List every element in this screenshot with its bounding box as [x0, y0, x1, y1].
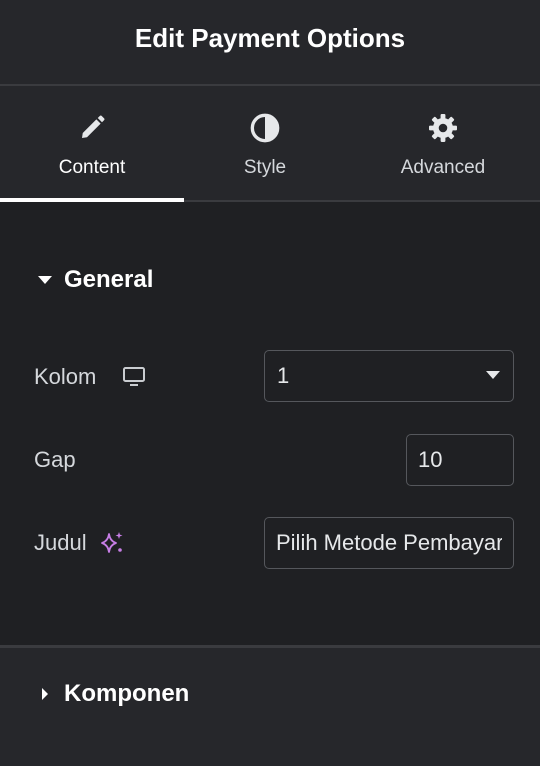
komponen-heading: Komponen: [64, 680, 190, 707]
ai-sparkle-icon[interactable]: [99, 530, 125, 556]
chevron-down-icon: [485, 367, 501, 385]
tab-style-label: Style: [243, 157, 287, 178]
tab-content[interactable]: Content: [0, 86, 184, 202]
general-section: General Kolom 1 Gap Judul: [0, 202, 540, 648]
kolom-control: Kolom 1: [34, 350, 514, 404]
general-section-toggle[interactable]: General: [36, 266, 153, 294]
caret-down-icon: [36, 271, 54, 289]
gap-input[interactable]: [406, 434, 514, 486]
judul-control: Judul: [34, 517, 514, 569]
judul-input[interactable]: [264, 517, 514, 569]
tab-advanced[interactable]: Advanced: [346, 86, 540, 200]
panel-header: Edit Payment Options: [0, 0, 540, 86]
contrast-icon: [248, 111, 282, 145]
pencil-icon: [75, 111, 109, 145]
general-heading: General: [64, 266, 154, 293]
gear-icon: [426, 111, 460, 145]
kolom-select[interactable]: 1: [264, 350, 514, 402]
desktop-icon[interactable]: [122, 366, 146, 388]
tab-advanced-label: Advanced: [400, 157, 486, 178]
caret-right-icon: [36, 685, 54, 703]
kolom-select-value: 1: [277, 363, 290, 388]
judul-label: Judul: [34, 530, 87, 555]
gap-label: Gap: [34, 447, 76, 472]
panel-title: Edit Payment Options: [134, 22, 406, 53]
kolom-label: Kolom: [34, 364, 97, 389]
tab-style[interactable]: Style: [184, 86, 346, 200]
tab-bar: Content Style Advanced: [0, 86, 540, 202]
komponen-section: Komponen: [0, 648, 540, 763]
gap-control: Gap: [34, 434, 514, 486]
tab-content-label: Content: [58, 157, 126, 178]
komponen-section-toggle[interactable]: Komponen: [36, 680, 189, 708]
